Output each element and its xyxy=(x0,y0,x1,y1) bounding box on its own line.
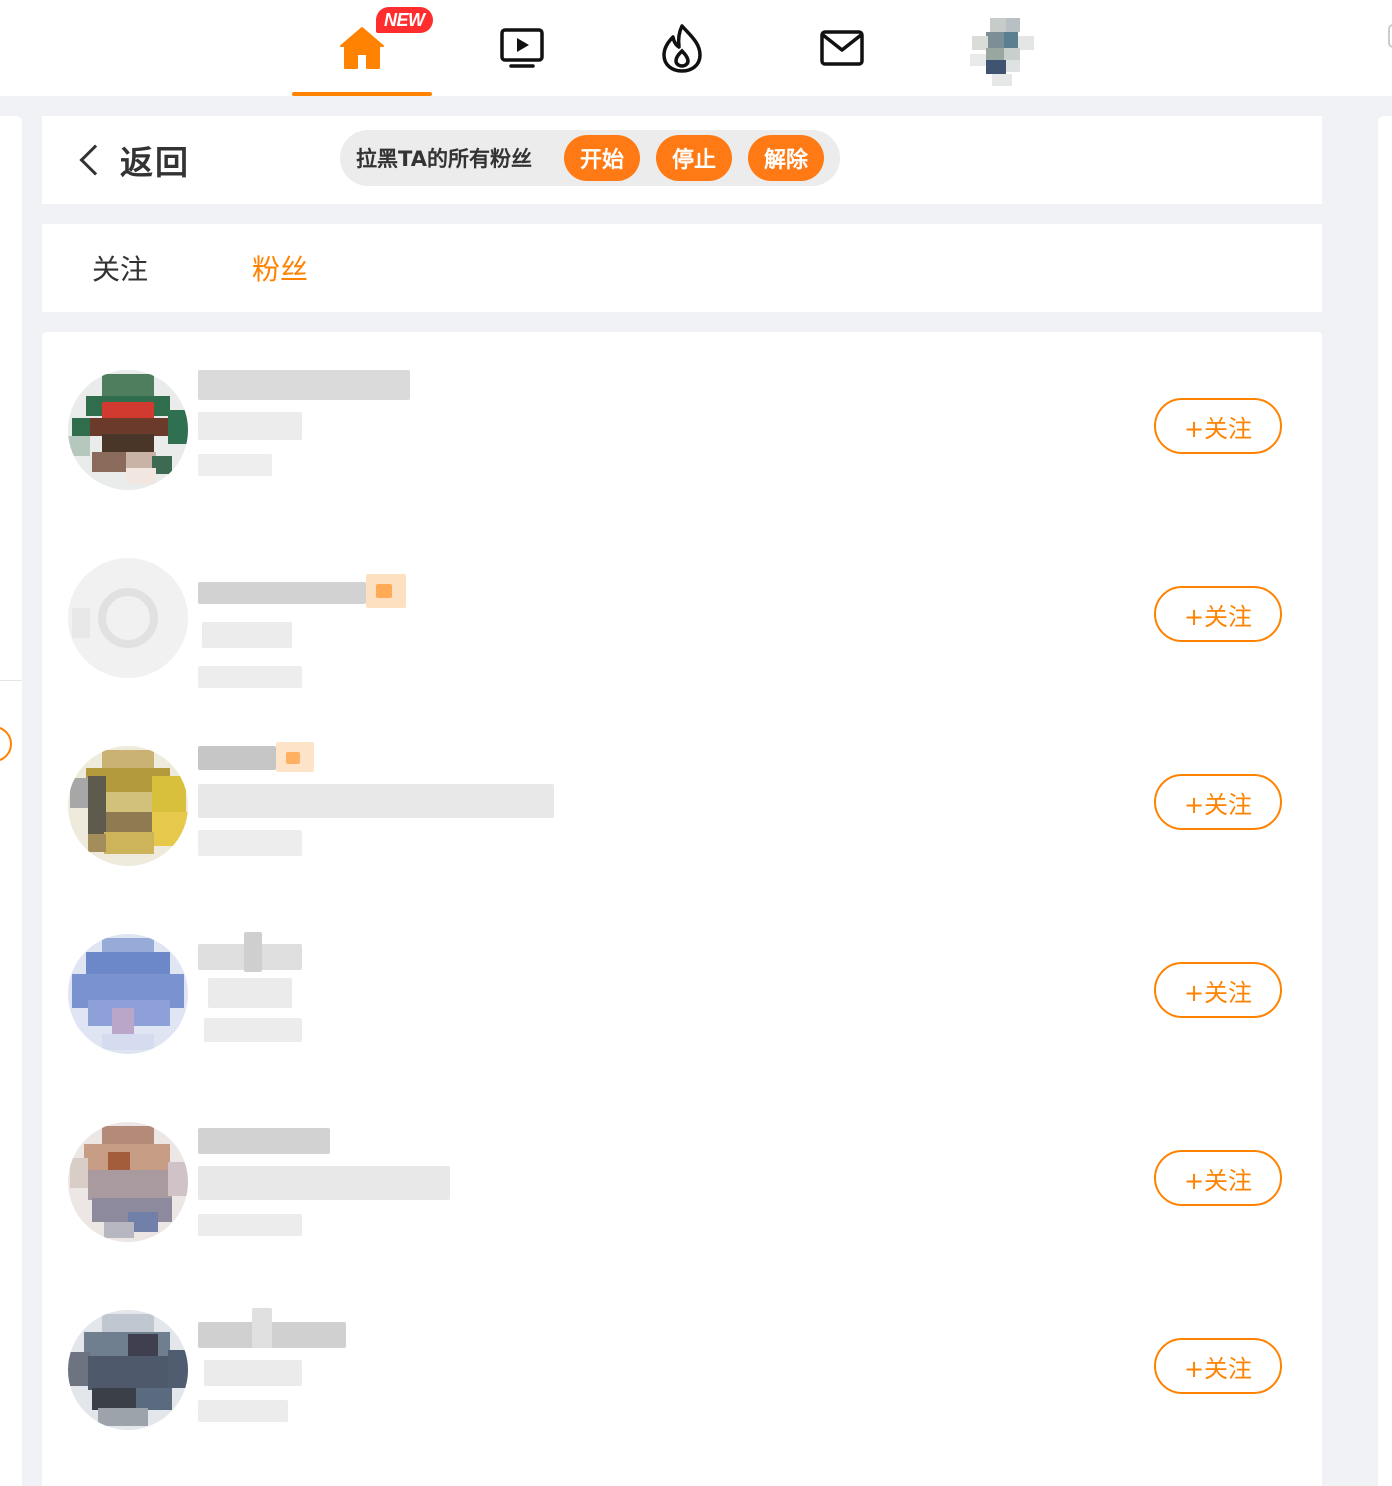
list-item[interactable]: +关注 xyxy=(42,896,1322,1084)
nav-profile[interactable] xyxy=(932,0,1072,96)
avatar xyxy=(68,1310,188,1430)
tab-bar: 关注 粉丝 xyxy=(42,224,1322,312)
follow-button[interactable]: +关注 xyxy=(1154,586,1282,642)
fans-list: +关注 +关注 +关注 +关注 +关注 +关注 xyxy=(42,332,1322,1486)
follow-button[interactable]: +关注 xyxy=(1154,398,1282,454)
left-side-panel xyxy=(0,116,22,1486)
back-label: 返回 xyxy=(120,143,190,182)
side-toggle-button[interactable] xyxy=(0,726,12,762)
right-side-panel xyxy=(1378,116,1392,1486)
mail-icon xyxy=(820,30,864,66)
scroll-edge xyxy=(1388,24,1392,48)
block-all-fans-label: 拉黑TA的所有粉丝 xyxy=(356,147,532,171)
nav-hot[interactable] xyxy=(612,0,752,96)
header-card: 返回 拉黑TA的所有粉丝 开始 停止 解除 xyxy=(42,116,1322,204)
divider xyxy=(0,680,22,681)
avatar xyxy=(68,934,188,1054)
follow-button[interactable]: +关注 xyxy=(1154,962,1282,1018)
nav-messages[interactable] xyxy=(772,0,912,96)
avatar xyxy=(68,558,188,678)
list-item[interactable]: +关注 xyxy=(42,708,1322,896)
avatar xyxy=(68,370,188,490)
list-item[interactable]: +关注 xyxy=(42,1084,1322,1272)
nav-video[interactable] xyxy=(452,0,592,96)
start-button[interactable]: 开始 xyxy=(563,135,640,181)
tab-fans[interactable]: 粉丝 xyxy=(252,224,308,312)
list-item[interactable]: +关注 xyxy=(42,1272,1322,1460)
video-icon xyxy=(500,28,544,68)
fire-icon xyxy=(662,24,702,73)
block-all-fans-bar: 拉黑TA的所有粉丝 开始 停止 解除 xyxy=(340,130,840,186)
follow-button[interactable]: +关注 xyxy=(1154,774,1282,830)
avatar xyxy=(68,746,188,866)
new-badge: NEW xyxy=(376,7,433,33)
back-button[interactable]: 返回 xyxy=(74,138,190,182)
chevron-left-icon xyxy=(79,144,111,176)
tab-following[interactable]: 关注 xyxy=(92,224,148,312)
follow-button[interactable]: +关注 xyxy=(1154,1150,1282,1206)
list-item[interactable]: +关注 xyxy=(42,520,1322,708)
avatar xyxy=(68,1122,188,1242)
avatar xyxy=(962,10,1042,86)
nav-active-indicator xyxy=(292,92,432,96)
follow-button[interactable]: +关注 xyxy=(1154,1338,1282,1394)
top-nav: NEW xyxy=(0,0,1392,96)
list-item[interactable]: +关注 xyxy=(42,332,1322,520)
stop-button[interactable]: 停止 xyxy=(655,135,732,181)
remove-button[interactable]: 解除 xyxy=(747,135,824,181)
